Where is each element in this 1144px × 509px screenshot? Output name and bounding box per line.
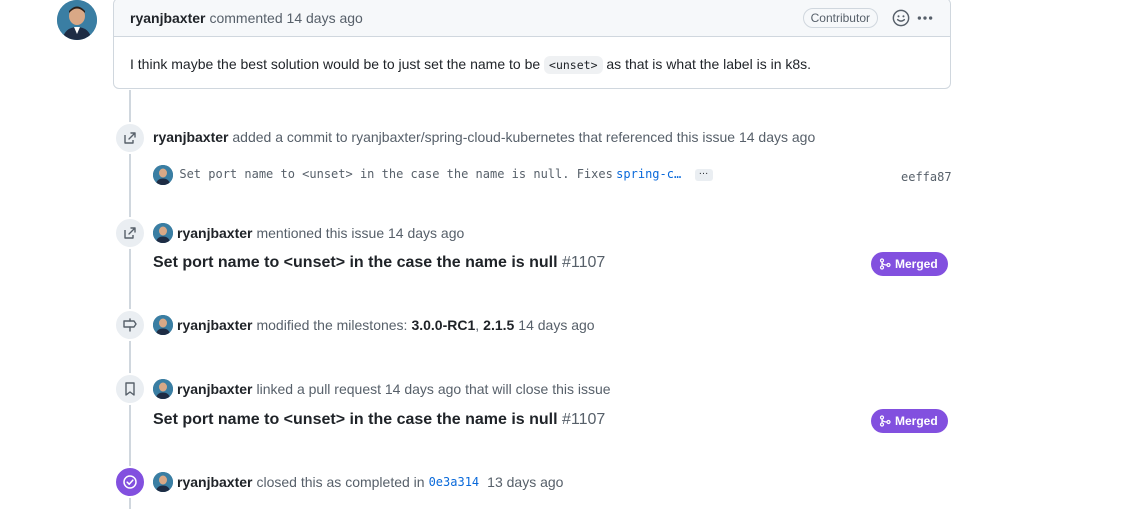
event-author[interactable]: ryanjbaxter xyxy=(177,474,252,490)
comment-action: commented xyxy=(209,9,283,26)
cross-reference-icon xyxy=(124,227,136,239)
pr-number[interactable]: #1107 xyxy=(562,254,605,271)
comment-time[interactable]: 14 days ago xyxy=(287,10,363,26)
avatar[interactable] xyxy=(153,165,173,185)
merged-badge: Merged xyxy=(871,252,948,276)
event-description: added a commit to ryanjbaxter/spring-clo… xyxy=(232,129,816,145)
bookmark-badge xyxy=(114,373,146,405)
event-author[interactable]: ryanjbaxter xyxy=(153,129,228,145)
contributor-badge: Contributor xyxy=(802,8,878,28)
event-mention: ryanjbaxter mentioned this issue 14 days… xyxy=(153,223,464,243)
inline-code: <unset> xyxy=(544,56,603,74)
event-milestone: ryanjbaxter modified the milestones: 3.0… xyxy=(153,315,595,335)
pr-title[interactable]: Set port name to <unset> in the case the… xyxy=(153,411,558,428)
commit-row: Set port name to <unset> in the case the… xyxy=(153,165,713,185)
check-circle-icon xyxy=(123,475,137,489)
pr-title[interactable]: Set port name to <unset> in the case the… xyxy=(153,254,558,271)
commit-message[interactable]: Set port name to <unset> in the case the… xyxy=(179,167,612,181)
cross-reference-badge xyxy=(114,217,146,249)
event-time[interactable]: 13 days ago xyxy=(487,474,563,490)
comment-text-after: as that is what the label is in k8s. xyxy=(606,56,812,72)
milestone-icon xyxy=(123,318,137,332)
expand-commit-button[interactable]: … xyxy=(694,167,713,181)
pr-title-link[interactable]: Set port name to <unset> in the case the… xyxy=(153,254,605,272)
milestone-separator: , xyxy=(475,317,480,333)
event-commit-reference: ryanjbaxter added a commit to ryanjbaxte… xyxy=(153,129,815,145)
cross-reference-icon xyxy=(124,132,136,144)
smiley-icon[interactable] xyxy=(892,9,910,27)
merged-label: Merged xyxy=(895,414,938,428)
closing-commit-sha[interactable]: 0e3a314 xyxy=(429,475,480,489)
avatar[interactable] xyxy=(153,472,173,492)
merged-badge: Merged xyxy=(871,409,948,433)
closed-badge xyxy=(114,466,146,498)
event-description: linked a pull request 14 days ago that w… xyxy=(256,381,611,397)
pr-title-link[interactable]: Set port name to <unset> in the case the… xyxy=(153,411,605,429)
avatar[interactable] xyxy=(153,223,173,243)
avatar[interactable] xyxy=(153,379,173,399)
avatar[interactable] xyxy=(57,0,97,40)
commit-issue-link[interactable]: spring-c… xyxy=(616,167,681,181)
event-description: modified the milestones: xyxy=(256,317,408,333)
git-merge-icon xyxy=(879,415,891,427)
milestone-1[interactable]: 3.0.0-RC1 xyxy=(411,317,475,333)
comment-text-before: I think maybe the best solution would be… xyxy=(130,56,541,72)
event-author[interactable]: ryanjbaxter xyxy=(177,317,252,333)
comment-body: I think maybe the best solution would be… xyxy=(114,37,950,92)
commit-sha-text[interactable]: eeffa87 xyxy=(901,170,952,184)
kebab-horizontal-icon[interactable] xyxy=(916,9,934,27)
merged-label: Merged xyxy=(895,257,938,271)
event-closed: ryanjbaxter closed this as completed in … xyxy=(153,472,563,492)
bookmark-icon xyxy=(125,382,135,396)
cross-reference-badge xyxy=(114,122,146,154)
event-time[interactable]: 14 days ago xyxy=(518,317,594,333)
event-author[interactable]: ryanjbaxter xyxy=(177,381,252,397)
git-merge-icon xyxy=(879,258,891,270)
event-linked-pr: ryanjbaxter linked a pull request 14 day… xyxy=(153,379,611,399)
milestone-2[interactable]: 2.1.5 xyxy=(483,317,514,333)
avatar[interactable] xyxy=(153,315,173,335)
event-description: mentioned this issue 14 days ago xyxy=(256,225,465,241)
event-description: closed this as completed in xyxy=(256,474,425,490)
pr-number[interactable]: #1107 xyxy=(562,411,605,428)
comment-box: ryanjbaxter commented 14 days ago Contri… xyxy=(113,0,951,89)
milestone-badge xyxy=(114,309,146,341)
commit-sha[interactable]: eeffa87 xyxy=(901,168,952,186)
comment-author[interactable]: ryanjbaxter xyxy=(130,10,205,26)
event-author[interactable]: ryanjbaxter xyxy=(177,225,252,241)
